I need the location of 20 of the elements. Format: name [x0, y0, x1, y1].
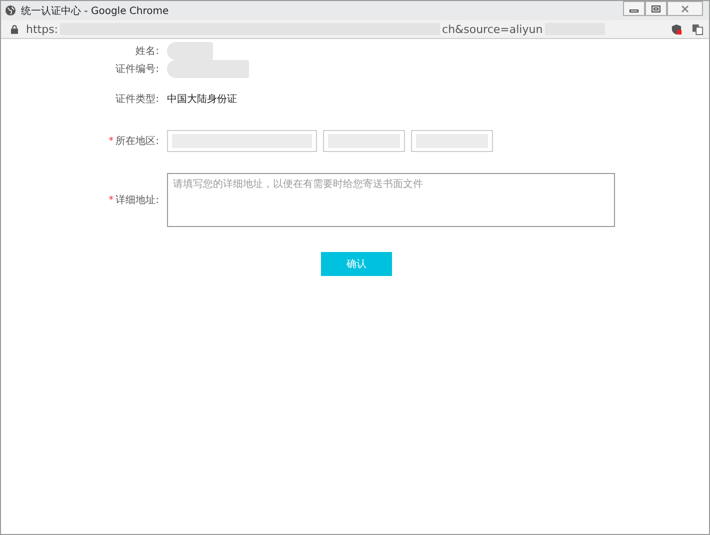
field-label: 详细地址:	[116, 195, 159, 206]
required-asterisk: *	[108, 195, 114, 206]
field-value: 中国大陆身份证	[167, 92, 237, 106]
window-title: 统一认证中心 - Google Chrome	[21, 4, 170, 18]
field-label: 证件类型:	[116, 94, 159, 105]
field-label: 所在地区:	[116, 136, 159, 147]
lock-icon	[11, 24, 18, 34]
maximize-button[interactable]	[645, 1, 667, 16]
required-asterisk: *	[108, 136, 114, 147]
url-text: ch&source=aliyun	[442, 22, 543, 36]
shield-icon[interactable]	[671, 24, 682, 34]
url-text: https:	[26, 22, 58, 36]
maximize-icon	[651, 4, 661, 12]
minimize-button[interactable]	[623, 1, 645, 16]
globe-icon	[5, 5, 16, 16]
field-label: 姓名:	[136, 46, 159, 57]
close-icon	[680, 4, 690, 12]
field-label: 证件编号:	[116, 64, 159, 75]
address-textarea[interactable]: 请填写您的详细地址，以便在有需要时给您寄送书面文件	[167, 173, 615, 227]
translate-icon[interactable]	[692, 24, 703, 34]
